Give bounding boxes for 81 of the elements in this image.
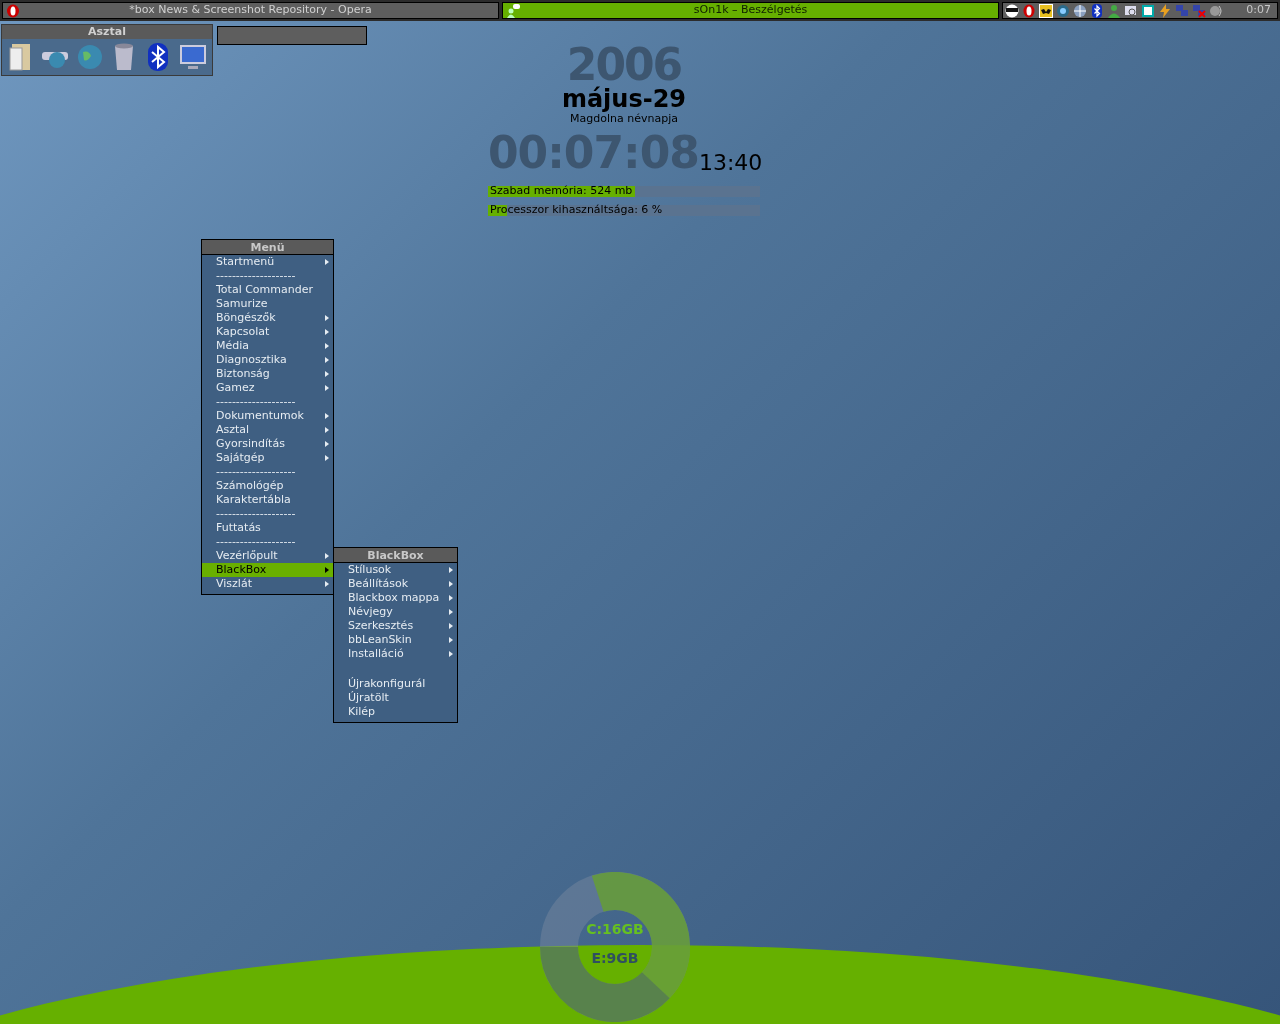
submenu-arrow-icon: [325, 385, 329, 391]
submenu-arrow-icon: [325, 259, 329, 265]
bluetooth-icon[interactable]: [1090, 3, 1104, 18]
menu-item[interactable]: Total Commander: [202, 283, 333, 297]
menu-item[interactable]: Vezérlőpult: [202, 549, 333, 563]
menu-item[interactable]: Sajátgép: [202, 451, 333, 465]
menu-item[interactable]: Samurize: [202, 297, 333, 311]
submenu-arrow-icon: [449, 567, 453, 573]
submenu-arrow-icon: [325, 441, 329, 447]
menu-item[interactable]: Diagnosztika: [202, 353, 333, 367]
menu-separator: --------------------: [215, 395, 297, 409]
menu-item[interactable]: Böngészők: [202, 311, 333, 325]
menu-item[interactable]: bbLeanSkin: [334, 633, 457, 647]
panel-title: Asztal: [2, 25, 212, 39]
menu-item[interactable]: Biztonság: [202, 367, 333, 381]
lightning-icon[interactable]: [1158, 3, 1172, 18]
menu-item[interactable]: Dokumentumok: [202, 409, 333, 423]
menu-item[interactable]: Karaktertábla: [202, 493, 333, 507]
menu-separator: --------------------: [215, 507, 297, 521]
menu-item[interactable]: Kilép: [334, 705, 457, 719]
drive-label: E:9GB: [591, 949, 639, 968]
mask-icon[interactable]: [1005, 3, 1019, 18]
globe-icon[interactable]: [1073, 3, 1087, 18]
opera-o-icon[interactable]: [1022, 3, 1036, 18]
taskbar-button[interactable]: *box News & Screenshot Repository - Opera: [2, 2, 499, 19]
submenu-arrow-icon: [325, 371, 329, 377]
menu-item[interactable]: Média: [202, 339, 333, 353]
submenu-arrow-icon: [325, 357, 329, 363]
bat-icon[interactable]: [1039, 3, 1053, 18]
menu-item[interactable]: Névjegy: [334, 605, 457, 619]
menu-item[interactable]: Újrakonfigurál: [334, 677, 457, 691]
monitor-icon[interactable]: [177, 42, 208, 72]
menu-item[interactable]: Startmenü: [202, 255, 333, 269]
submenu-arrow-icon: [325, 427, 329, 433]
menu-item[interactable]: Viszlát: [202, 577, 333, 591]
menu-item[interactable]: Installáció: [334, 647, 457, 661]
menu-separator: --------------------: [215, 269, 297, 283]
submenu-arrow-icon: [325, 581, 329, 587]
square-icon[interactable]: [1141, 3, 1155, 18]
clock: 0:07: [1246, 2, 1272, 19]
submenu-arrow-icon: [449, 581, 453, 587]
menu-item[interactable]: Beállítások: [334, 577, 457, 591]
submenu-arrow-icon: [325, 315, 329, 321]
date-text: május-29: [561, 86, 687, 112]
menu-item[interactable]: Asztal: [202, 423, 333, 437]
opera-o-icon: [6, 4, 20, 18]
menu-item[interactable]: Futtatás: [202, 521, 333, 535]
menu-title: BlackBox: [334, 548, 457, 563]
submenu-arrow-icon: [325, 413, 329, 419]
menu-item[interactable]: Kapcsolat: [202, 325, 333, 339]
taskbar-button[interactable]: sOn1k – Beszélgetés: [502, 2, 999, 19]
menu-title: Menü: [202, 240, 333, 255]
submenu-arrow-icon: [325, 343, 329, 349]
nameday-text: Magdolna névnapja: [570, 112, 678, 126]
disconnected-network-icon[interactable]: [1192, 3, 1206, 18]
menu-item[interactable]: Gamez: [202, 381, 333, 395]
submenu-arrow-icon: [449, 651, 453, 657]
chat-person-icon: [506, 4, 520, 18]
submenu-arrow-icon: [325, 567, 329, 573]
time-text: 13:40: [698, 149, 763, 177]
submenu-arrow-icon: [325, 455, 329, 461]
magnifier-icon[interactable]: [1124, 3, 1138, 18]
menu-separator: --------------------: [215, 465, 297, 479]
menu-item[interactable]: Gyorsindítás: [202, 437, 333, 451]
drive-label: C:16GB: [586, 920, 644, 939]
submenu-arrow-icon: [449, 623, 453, 629]
menu-item[interactable]: Számológép: [202, 479, 333, 493]
network-icon[interactable]: [1056, 3, 1070, 18]
speaker-icon[interactable]: [1209, 3, 1223, 18]
submenu-arrow-icon: [449, 637, 453, 643]
menu-separator: --------------------: [215, 535, 297, 549]
menu-item[interactable]: Stílusok: [334, 563, 457, 577]
submenu-arrow-icon: [449, 609, 453, 615]
submenu-arrow-icon: [325, 329, 329, 335]
menu-item[interactable]: Blackbox mappa: [334, 591, 457, 605]
menu-item[interactable]: BlackBox: [202, 563, 333, 577]
menu-item[interactable]: Újratölt: [334, 691, 457, 705]
submenu-arrow-icon: [449, 595, 453, 601]
submenu-arrow-icon: [325, 553, 329, 559]
meter-label: Szabad memória: 524 mb: [490, 184, 633, 198]
menu-item[interactable]: Szerkesztés: [334, 619, 457, 633]
